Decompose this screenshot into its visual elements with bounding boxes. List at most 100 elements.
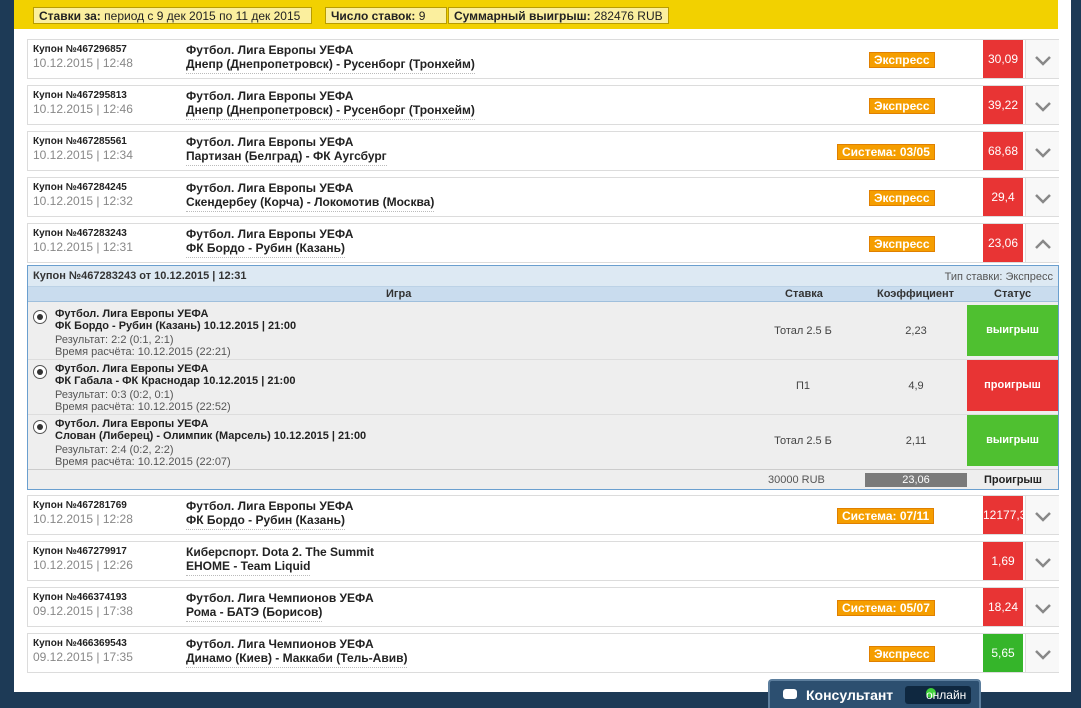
coupon-coefficient: 68,68 — [983, 132, 1023, 170]
coupon-number: Купон №467279917 — [33, 546, 127, 557]
bet-type-badge: Экспресс — [869, 52, 935, 68]
event-league: Футбол. Лига Европы УЕФА — [55, 308, 209, 320]
coupon-date: 10.12.2015 | 12:26 — [33, 558, 133, 572]
soccer-ball-icon — [33, 420, 47, 434]
coupon-row[interactable]: Купон №466374193 09.12.2015 | 17:38 Футбол… — [27, 587, 1059, 627]
soccer-ball-icon — [33, 365, 47, 379]
expand-button[interactable] — [1025, 86, 1059, 124]
event-coef: 2,11 — [905, 435, 927, 447]
chevron-down-icon — [1035, 148, 1051, 158]
online-status: онлайн — [905, 686, 971, 704]
coupon-coefficient: 5,65 — [983, 634, 1023, 672]
coupon-league: Футбол. Лига Европы УЕФА — [186, 181, 354, 195]
coupon-league: Футбол. Лига Европы УЕФА — [186, 135, 354, 149]
coupon-coefficient: 39,22 — [983, 86, 1023, 124]
event-status: выигрыш — [967, 415, 1058, 466]
bet-type-badge: Система: 05/07 — [837, 600, 935, 616]
bet-type-badge: Экспресс — [869, 236, 935, 252]
event-bet: П1 — [795, 380, 811, 392]
period-filter[interactable]: Ставки за: период с 9 дек 2015 по 11 дек… — [33, 7, 312, 24]
expand-button[interactable] — [1025, 542, 1059, 580]
event-league: Футбол. Лига Европы УЕФА — [55, 418, 209, 430]
chevron-down-icon — [1035, 194, 1051, 204]
col-stake: Ставка — [785, 288, 823, 300]
col-coef: Коэффициент — [877, 288, 955, 300]
chevron-up-icon — [1035, 239, 1051, 249]
event-coef: 2,23 — [905, 325, 927, 337]
coupon-match: Днепр (Днепропетровск) - Русенборг (Трон… — [186, 57, 475, 74]
coupon-row[interactable]: Купон №467281769 10.12.2015 | 12:28 Футбол… — [27, 495, 1059, 535]
coupon-details-header: Купон №467283243 от 10.12.2015 | 12:31 Т… — [28, 266, 1058, 287]
bets-count-value: 9 — [418, 9, 426, 23]
coupon-date: 10.12.2015 | 12:31 — [33, 240, 133, 254]
event-row: Футбол. Лига Европы УЕФА ФК Габала - ФК К… — [28, 359, 1058, 415]
coupon-date: 10.12.2015 | 12:48 — [33, 56, 133, 70]
coupon-match: Рома - БАТЭ (Борисов) — [186, 605, 323, 622]
event-league: Футбол. Лига Европы УЕФА — [55, 363, 209, 375]
coupon-row[interactable]: Купон №467284245 10.12.2015 | 12:32 Футбол… — [27, 177, 1059, 217]
event-calc-time: Время расчёта: 10.12.2015 (22:21) — [55, 346, 231, 358]
coupon-league: Футбол. Лига Европы УЕФА — [186, 43, 354, 57]
event-result: Результат: 0:3 (0:2, 0:1) — [55, 389, 174, 401]
event-row: Футбол. Лига Европы УЕФА Слован (Либерец)… — [28, 414, 1058, 470]
coupon-league: Футбол. Лига Европы УЕФА — [186, 499, 354, 513]
coupon-date: 10.12.2015 | 12:34 — [33, 148, 133, 162]
online-status-label: онлайн — [926, 688, 967, 702]
coupon-number: Купон №467283243 — [33, 228, 127, 239]
event-match: ФК Габала - ФК Краснодар 10.12.2015 | 21… — [55, 375, 296, 387]
expand-button[interactable] — [1025, 40, 1059, 78]
coupon-row[interactable]: Купон №467285561 10.12.2015 | 12:34 Футбол… — [27, 131, 1059, 171]
bet-type-badge: Экспресс — [869, 98, 935, 114]
expand-button[interactable] — [1025, 178, 1059, 216]
chevron-down-icon — [1035, 650, 1051, 660]
coupon-number: Купон №466374193 — [33, 592, 127, 603]
event-coef: 4,9 — [908, 380, 924, 392]
bets-count: Число ставок: 9 — [325, 7, 447, 24]
coupon-date: 10.12.2015 | 12:46 — [33, 102, 133, 116]
event-match: Слован (Либерец) - Олимпик (Марсель) 10.… — [55, 430, 367, 442]
expand-button[interactable] — [1025, 588, 1059, 626]
event-calc-time: Время расчёта: 10.12.2015 (22:52) — [55, 401, 231, 413]
coupon-coefficient: 1,69 — [983, 542, 1023, 580]
expand-button[interactable] — [1025, 132, 1059, 170]
period-value: период с 9 дек 2015 по 11 дек 2015 — [104, 9, 301, 23]
coupon-row[interactable]: Купон №467279917 10.12.2015 | 12:26 Киберс… — [27, 541, 1059, 581]
consultant-chat-widget[interactable]: Консультант онлайн — [768, 679, 981, 708]
total-status: Проигрыш — [984, 474, 1042, 486]
coupon-row[interactable]: Купон №467295813 10.12.2015 | 12:46 Футбол… — [27, 85, 1059, 125]
coupon-match: ФК Бордо - Рубин (Казань) — [186, 513, 345, 530]
coupon-date: 10.12.2015 | 12:32 — [33, 194, 133, 208]
total-coef: 23,06 — [865, 473, 967, 487]
event-status: выигрыш — [967, 305, 1058, 356]
expand-button[interactable] — [1025, 634, 1059, 672]
details-column-headers: Игра Ставка Коэффициент Статус — [28, 287, 1058, 302]
total-stake: 30000 RUB — [768, 474, 825, 486]
coupon-row[interactable]: Купон №466369543 09.12.2015 | 17:35 Футбол… — [27, 633, 1059, 673]
chat-bubble-icon — [783, 689, 797, 699]
coupon-number: Купон №467296857 — [33, 44, 127, 55]
coupon-row[interactable]: Купон №467296857 10.12.2015 | 12:48 Футбол… — [27, 39, 1059, 79]
coupon-league: Футбол. Лига Чемпионов УЕФА — [186, 591, 374, 605]
bet-type-badge: Экспресс — [869, 646, 935, 662]
coupon-date: 10.12.2015 | 12:28 — [33, 512, 133, 526]
summary-bar: Ставки за: период с 9 дек 2015 по 11 дек… — [14, 0, 1058, 29]
coupon-row[interactable]: Купон №467283243 10.12.2015 | 12:31 Футбол… — [27, 223, 1059, 263]
coupon-bet-type: Тип ставки: Экспресс — [944, 271, 1053, 283]
event-status: проигрыш — [967, 360, 1058, 411]
event-result: Результат: 2:2 (0:1, 2:1) — [55, 334, 174, 346]
consultant-title: Консультант — [806, 687, 894, 703]
coupon-coefficient: 23,06 — [983, 224, 1023, 262]
details-total-row: 30000 RUB 23,06 Проигрыш — [28, 469, 1058, 490]
expand-button[interactable] — [1025, 496, 1059, 534]
bet-type-badge: Система: 03/05 — [837, 144, 935, 160]
chevron-down-icon — [1035, 512, 1051, 522]
coupon-details-title: Купон №467283243 от 10.12.2015 | 12:31 — [33, 270, 247, 282]
col-game: Игра — [386, 288, 412, 300]
event-result: Результат: 2:4 (0:2, 2:2) — [55, 444, 174, 456]
chevron-down-icon — [1035, 604, 1051, 614]
coupon-league: Футбол. Лига Чемпионов УЕФА — [186, 637, 374, 651]
collapse-button[interactable] — [1025, 224, 1059, 262]
event-row: Футбол. Лига Европы УЕФА ФК Бордо - Рубин… — [28, 304, 1058, 360]
chevron-down-icon — [1035, 56, 1051, 66]
total-winnings: Суммарный выигрыш: 282476 RUB — [448, 7, 669, 24]
